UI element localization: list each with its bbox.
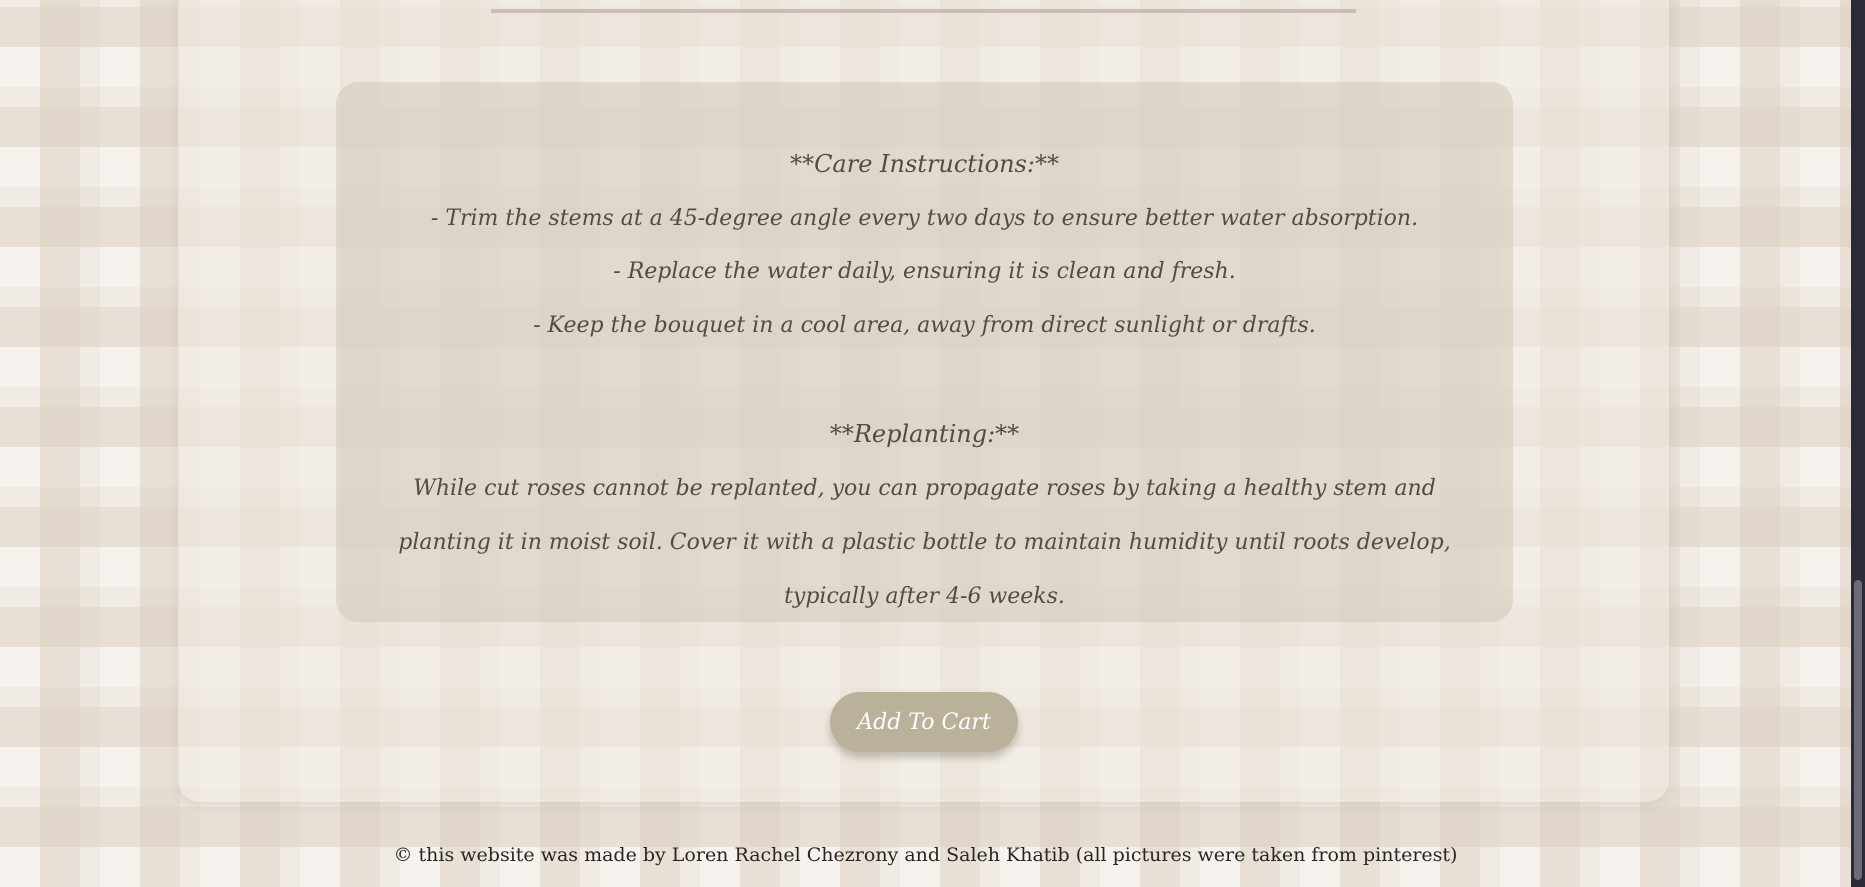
care-instruction-item: - Keep the bouquet in a cool area, away …	[533, 313, 1316, 338]
replanting-title: **Replanting:**	[829, 420, 1020, 448]
care-instruction-item: - Trim the stems at a 45-degree angle ev…	[430, 206, 1419, 231]
add-to-cart-button[interactable]: Add To Cart	[830, 692, 1018, 752]
care-instructions-panel: **Care Instructions:** - Trim the stems …	[336, 82, 1513, 622]
scrollbar-thumb[interactable]	[1854, 580, 1862, 880]
page-scrollbar[interactable]	[1851, 0, 1865, 887]
care-instruction-item: - Replace the water daily, ensuring it i…	[613, 259, 1236, 284]
footer-credit: © this website was made by Loren Rachel …	[393, 844, 1458, 866]
divider	[491, 9, 1356, 13]
care-instructions-title: **Care Instructions:**	[790, 150, 1059, 178]
replanting-text: While cut roses cannot be replanted, you…	[398, 476, 1451, 609]
